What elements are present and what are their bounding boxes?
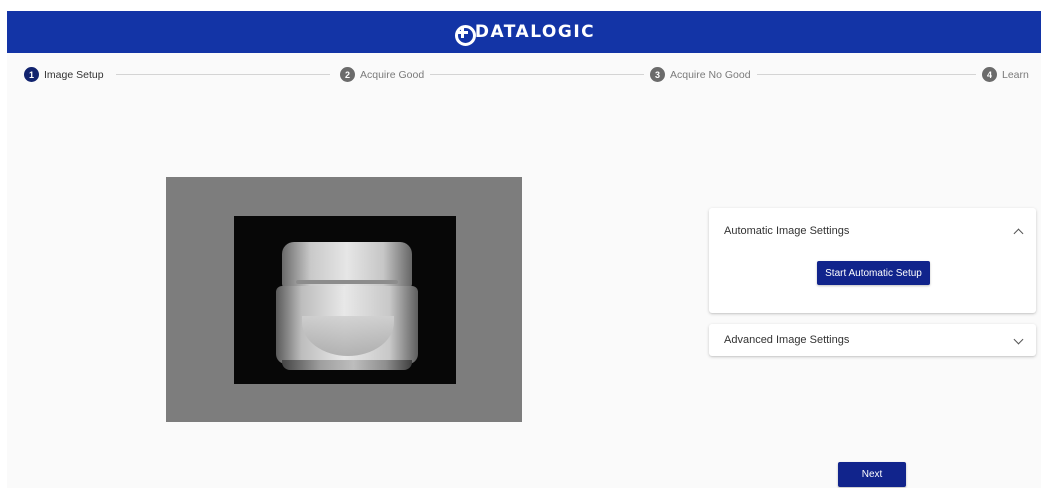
step-label: Image Setup — [44, 68, 104, 81]
automatic-image-settings-title[interactable]: Automatic Image Settings — [724, 225, 849, 237]
step-label: Acquire No Good — [670, 68, 751, 81]
step-label: Learn — [1002, 68, 1029, 81]
captured-image — [234, 216, 456, 384]
step-learn[interactable]: 4 Learn — [976, 67, 1029, 82]
step-number-badge: 2 — [340, 67, 355, 82]
chevron-down-icon[interactable] — [1013, 334, 1024, 345]
datalogic-logo: DATALOGIC — [454, 22, 596, 46]
wizard-stepper: 1 Image Setup 2 Acquire Good 3 Acquire N… — [24, 67, 1034, 87]
step-number-badge: 3 — [650, 67, 665, 82]
step-number-badge: 1 — [24, 67, 39, 82]
step-connector — [422, 74, 650, 75]
step-image-setup[interactable]: 1 Image Setup — [24, 67, 110, 82]
step-connector — [116, 74, 330, 75]
logo-mark-icon — [454, 24, 476, 46]
start-automatic-setup-button[interactable]: Start Automatic Setup — [817, 261, 930, 285]
step-connector — [754, 74, 980, 75]
automatic-image-settings-panel: Automatic Image Settings Start Automatic… — [709, 208, 1036, 313]
next-button[interactable]: Next — [838, 462, 906, 487]
step-acquire-no-good[interactable]: 3 Acquire No Good — [644, 67, 757, 82]
advanced-image-settings-title[interactable]: Advanced Image Settings — [724, 334, 849, 346]
chevron-up-icon[interactable] — [1013, 228, 1024, 239]
step-acquire-good[interactable]: 2 Acquire Good — [334, 67, 431, 82]
step-number-badge: 4 — [982, 67, 997, 82]
app-header: DATALOGIC — [7, 11, 1041, 53]
inspected-jar — [274, 242, 420, 374]
camera-image-preview — [166, 177, 522, 422]
logo-text: DATALOGIC — [474, 22, 596, 42]
advanced-image-settings-panel[interactable]: Advanced Image Settings — [709, 324, 1036, 356]
step-label: Acquire Good — [360, 68, 425, 81]
